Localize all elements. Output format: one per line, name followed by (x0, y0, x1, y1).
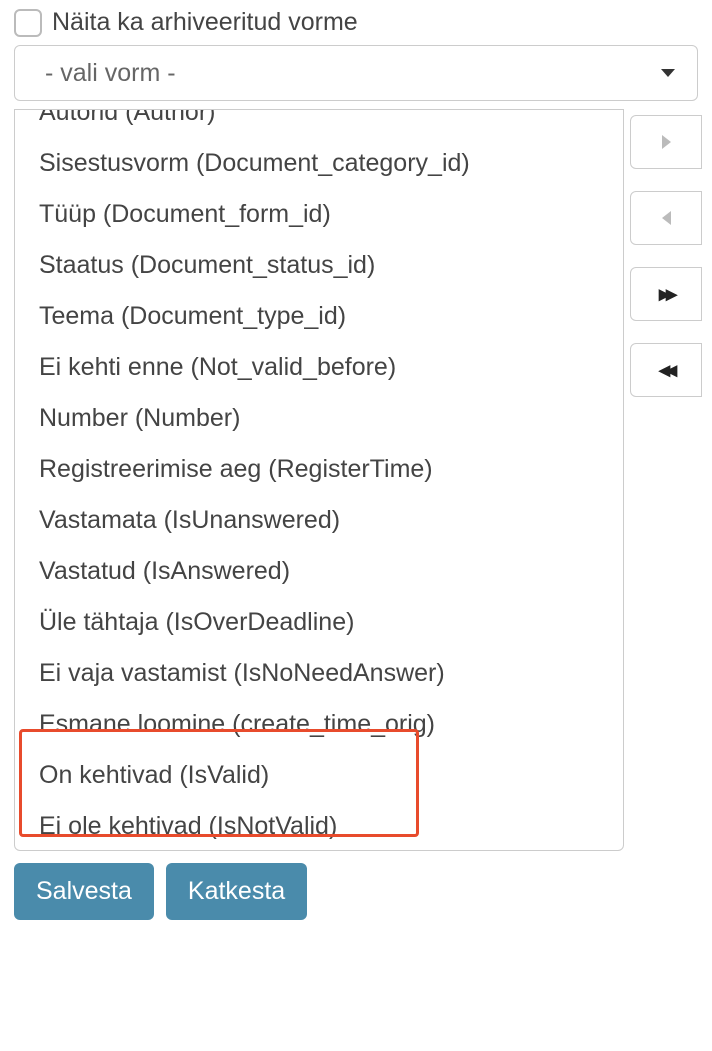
show-archived-row: Näita ka arhiveeritud vorme (8, 8, 704, 37)
move-all-right-button[interactable]: ▸▸ (630, 267, 702, 321)
move-all-left-button[interactable]: ◂◂ (630, 343, 702, 397)
form-select[interactable]: - vali vorm - (14, 45, 698, 101)
field-listbox-container: Autorid (Author) Sisestusvorm (Document_… (14, 109, 624, 851)
list-item[interactable]: Üle tähtaja (IsOverDeadline) (35, 597, 611, 648)
list-item[interactable]: Esmane loomine (create_time_orig) (35, 699, 611, 750)
transfer-controls: ▸▸ ◂◂ (630, 109, 702, 397)
list-item[interactable]: Ei kehti enne (Not_valid_before) (35, 342, 611, 393)
triangle-right-icon (662, 135, 671, 149)
show-archived-checkbox[interactable] (14, 9, 42, 37)
list-item[interactable]: Vastatud (IsAnswered) (35, 546, 611, 597)
list-item[interactable]: Vastamata (IsUnanswered) (35, 495, 611, 546)
list-item[interactable]: Ei vaja vastamist (IsNoNeedAnswer) (35, 648, 611, 699)
move-right-button[interactable] (630, 115, 702, 169)
list-item[interactable]: Ei ole kehtivad (IsNotValid) (35, 801, 611, 850)
list-item[interactable]: Tüüp (Document_form_id) (35, 189, 611, 240)
list-item[interactable]: Staatus (Document_status_id) (35, 240, 611, 291)
cancel-button[interactable]: Katkesta (166, 863, 307, 920)
double-left-icon: ◂◂ (659, 357, 673, 383)
show-archived-label: Näita ka arhiveeritud vorme (52, 8, 358, 37)
list-item[interactable]: Registreerimise aeg (RegisterTime) (35, 444, 611, 495)
move-left-button[interactable] (630, 191, 702, 245)
form-select-placeholder: - vali vorm - (45, 59, 176, 88)
list-item[interactable]: On kehtivad (IsValid) (35, 750, 611, 801)
save-button[interactable]: Salvesta (14, 863, 154, 920)
field-listbox[interactable]: Autorid (Author) Sisestusvorm (Document_… (15, 110, 623, 850)
list-item[interactable]: Teema (Document_type_id) (35, 291, 611, 342)
list-item[interactable]: Autorid (Author) (35, 110, 611, 138)
main-row: Autorid (Author) Sisestusvorm (Document_… (14, 109, 704, 851)
triangle-left-icon (662, 211, 671, 225)
form-select-wrap: - vali vorm - (14, 45, 704, 101)
chevron-down-icon (661, 69, 675, 77)
action-buttons: Salvesta Katkesta (14, 863, 704, 920)
double-right-icon: ▸▸ (659, 281, 673, 307)
list-item[interactable]: Sisestusvorm (Document_category_id) (35, 138, 611, 189)
list-item[interactable]: Number (Number) (35, 393, 611, 444)
